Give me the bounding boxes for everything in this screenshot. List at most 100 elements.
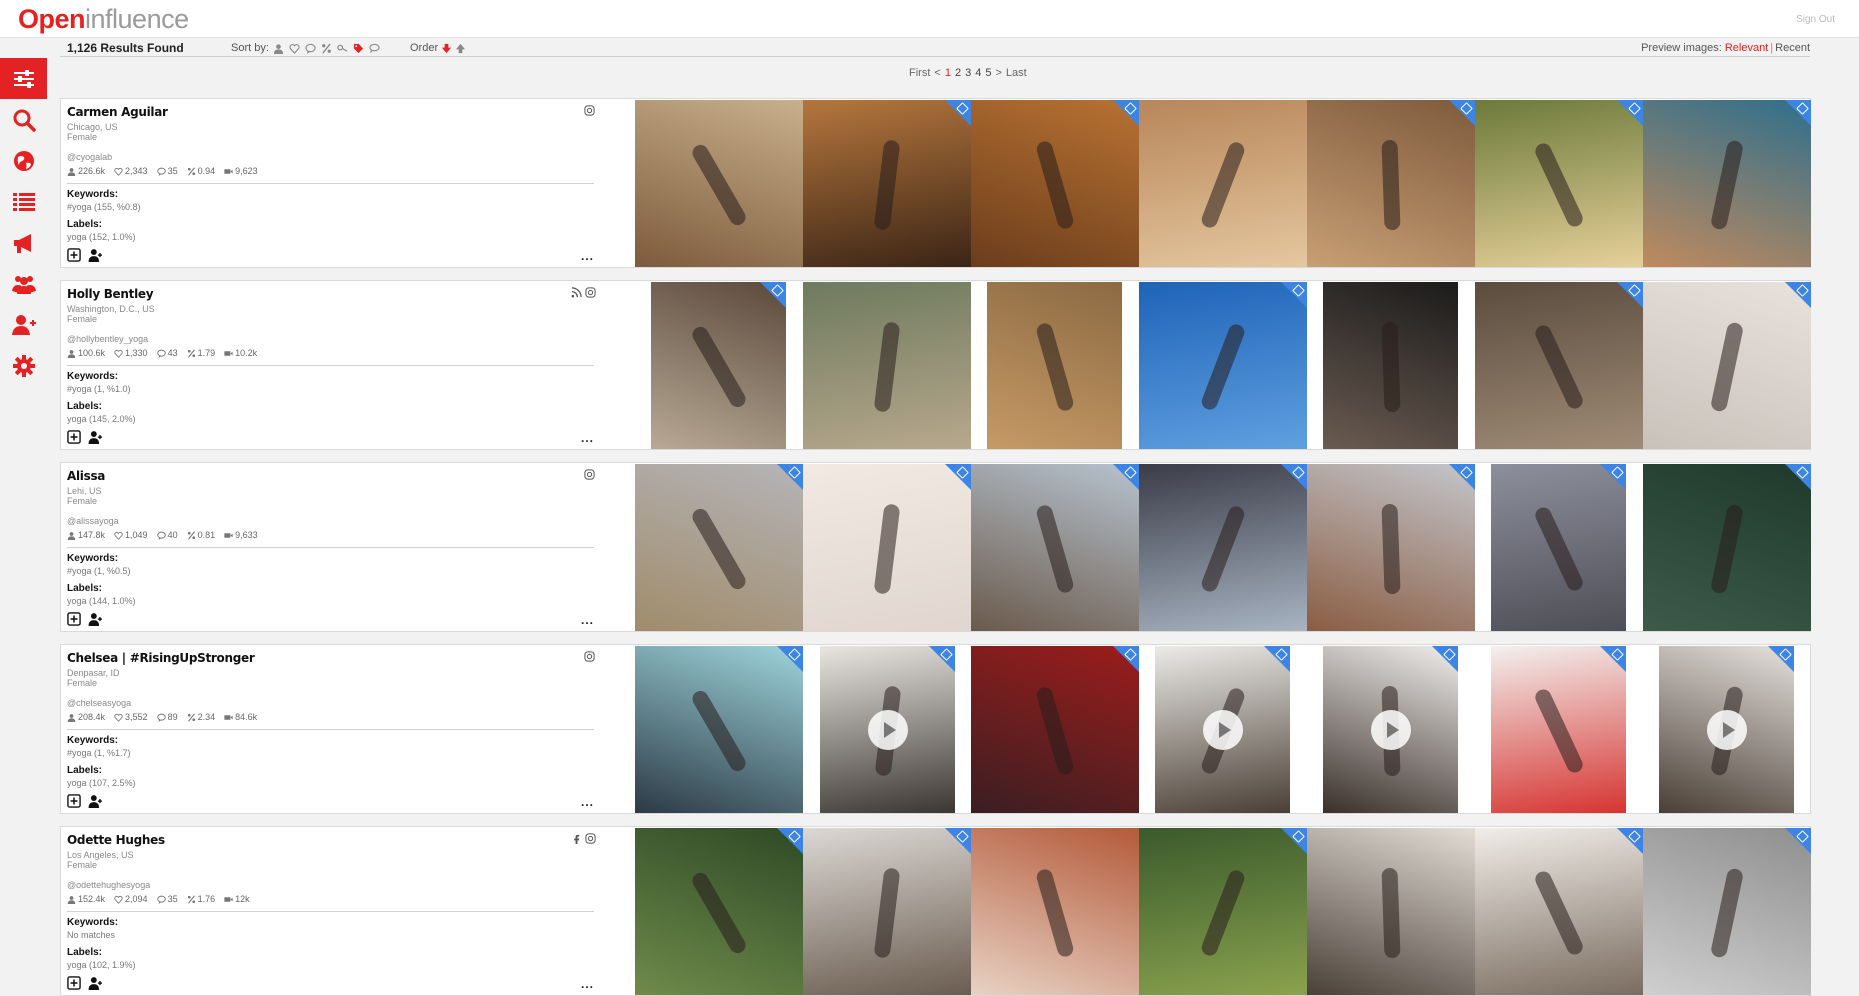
post-thumbnail[interactable] xyxy=(1659,646,1794,813)
globe-icon xyxy=(13,150,34,171)
post-thumbnail[interactable] xyxy=(1139,464,1307,631)
post-figure xyxy=(873,867,901,959)
page-next[interactable]: > xyxy=(995,67,1001,79)
post-thumbnail[interactable] xyxy=(1475,100,1643,267)
user-plus-icon xyxy=(11,314,36,335)
post-figure xyxy=(1034,139,1076,231)
influencer-card[interactable]: Alissa Lehi, US Female @alissayoga 147.8k 1,0… xyxy=(60,462,1811,632)
tag-corner-icon xyxy=(1281,828,1307,854)
sidebar-item-groups[interactable] xyxy=(0,263,47,304)
sidebar-item-filters[interactable] xyxy=(0,58,47,99)
play-icon[interactable] xyxy=(1370,709,1411,750)
sidebar-item-lists[interactable] xyxy=(0,181,47,222)
post-thumbnail[interactable] xyxy=(1643,464,1811,631)
sidebar-item-campaigns[interactable] xyxy=(0,222,47,263)
post-figure xyxy=(1709,867,1745,959)
post-thumbnail[interactable] xyxy=(1643,828,1811,995)
post-thumbnail[interactable] xyxy=(803,100,971,267)
sidebar-item-add-user[interactable] xyxy=(0,304,47,345)
post-thumbnail[interactable] xyxy=(635,464,803,631)
post-thumbnail[interactable] xyxy=(971,100,1139,267)
play-icon[interactable] xyxy=(867,709,908,750)
arrow-up-icon[interactable] xyxy=(455,43,466,54)
play-icon[interactable] xyxy=(1706,709,1747,750)
sort-messages-icon[interactable] xyxy=(369,43,381,54)
tag-corner-icon xyxy=(1281,282,1307,308)
post-figure xyxy=(1199,504,1247,594)
influencer-card[interactable]: Odette Hughes Los Angeles, US Female @odett… xyxy=(60,826,1811,996)
post-thumbnail[interactable] xyxy=(1475,828,1643,995)
tag-corner-icon xyxy=(1617,282,1643,308)
post-thumbnail[interactable] xyxy=(971,646,1139,813)
post-thumbnail[interactable] xyxy=(635,828,803,995)
sort-engagement-icon[interactable] xyxy=(321,43,333,54)
influencer-card[interactable]: Chelsea | #RisingUpStronger Denpasar, ID F… xyxy=(60,644,1811,814)
influencer-card[interactable]: Holly Bentley Washington, D.C., US Female @… xyxy=(60,280,1811,450)
page-prev[interactable]: < xyxy=(934,67,940,79)
post-thumbnail[interactable] xyxy=(971,828,1139,995)
post-thumbnail[interactable] xyxy=(971,464,1139,631)
post-figure xyxy=(1532,868,1586,958)
post-figure xyxy=(1709,139,1745,231)
post-thumbnail[interactable] xyxy=(1155,646,1290,813)
page-1[interactable]: 1 xyxy=(945,67,951,79)
sort-by-group: Sort by: xyxy=(231,42,381,54)
post-thumbnail[interactable] xyxy=(651,282,786,449)
sort-tag-icon[interactable] xyxy=(353,43,365,54)
app-logo[interactable]: Openinfluence xyxy=(18,4,189,34)
post-thumbnail[interactable] xyxy=(803,282,971,449)
preview-separator: | xyxy=(1770,42,1774,54)
post-thumbnail[interactable] xyxy=(635,646,803,813)
page-last[interactable]: Last xyxy=(1006,67,1027,79)
left-sidebar xyxy=(0,58,47,386)
post-figure xyxy=(1034,321,1075,413)
sliders-icon xyxy=(13,69,34,88)
post-thumbnail[interactable] xyxy=(1139,282,1307,449)
sort-key-icon[interactable] xyxy=(337,43,349,54)
post-thumbnail[interactable] xyxy=(1323,646,1458,813)
post-thumbnail[interactable] xyxy=(1307,100,1475,267)
pagination: First < 1 2 3 4 5 > Last xyxy=(909,67,1027,79)
page-2[interactable]: 2 xyxy=(955,67,961,79)
post-thumbnail[interactable] xyxy=(1643,100,1811,267)
sign-out-link[interactable]: Sign Out xyxy=(1796,14,1835,25)
sort-comments-icon[interactable] xyxy=(305,43,317,54)
post-thumbnail[interactable] xyxy=(803,464,971,631)
page-3[interactable]: 3 xyxy=(965,67,971,79)
post-thumbnail[interactable] xyxy=(820,646,955,813)
tag-corner-icon xyxy=(1113,646,1139,672)
post-thumbnail[interactable] xyxy=(803,828,971,995)
megaphone-icon xyxy=(13,233,31,253)
influencer-card[interactable]: Carmen Aguilar Chicago, US Female @cyogalab… xyxy=(60,98,1811,268)
sidebar-item-globe[interactable] xyxy=(0,140,47,181)
post-figure xyxy=(1709,321,1745,413)
post-thumbnail[interactable] xyxy=(1307,464,1475,631)
page-first[interactable]: First xyxy=(909,67,930,79)
sidebar-item-settings[interactable] xyxy=(0,345,47,386)
tag-corner-icon xyxy=(1785,828,1811,854)
post-preview-strip xyxy=(61,646,1794,813)
post-thumbnail[interactable] xyxy=(1491,464,1626,631)
post-figure xyxy=(1532,686,1585,776)
post-thumbnail[interactable] xyxy=(1323,282,1458,449)
post-thumbnail[interactable] xyxy=(1491,646,1626,813)
sort-followers-icon[interactable] xyxy=(273,43,285,54)
sort-likes-icon[interactable] xyxy=(289,43,301,54)
page-5[interactable]: 5 xyxy=(985,67,991,79)
tag-corner-icon xyxy=(1768,646,1794,672)
post-thumbnail[interactable] xyxy=(1475,282,1643,449)
play-icon[interactable] xyxy=(1202,709,1243,750)
post-figure xyxy=(1199,322,1247,412)
sidebar-item-search[interactable] xyxy=(0,99,47,140)
post-thumbnail[interactable] xyxy=(1139,100,1307,267)
post-thumbnail[interactable] xyxy=(987,282,1122,449)
arrow-down-icon[interactable] xyxy=(441,43,452,54)
post-thumbnail[interactable] xyxy=(1139,828,1307,995)
preview-recent-link[interactable]: Recent xyxy=(1775,42,1810,54)
tag-corner-icon xyxy=(1785,282,1811,308)
post-thumbnail[interactable] xyxy=(1307,828,1475,995)
post-thumbnail[interactable] xyxy=(635,100,803,267)
preview-relevant-link[interactable]: Relevant xyxy=(1725,42,1768,54)
page-4[interactable]: 4 xyxy=(975,67,981,79)
post-thumbnail[interactable] xyxy=(1643,282,1811,449)
